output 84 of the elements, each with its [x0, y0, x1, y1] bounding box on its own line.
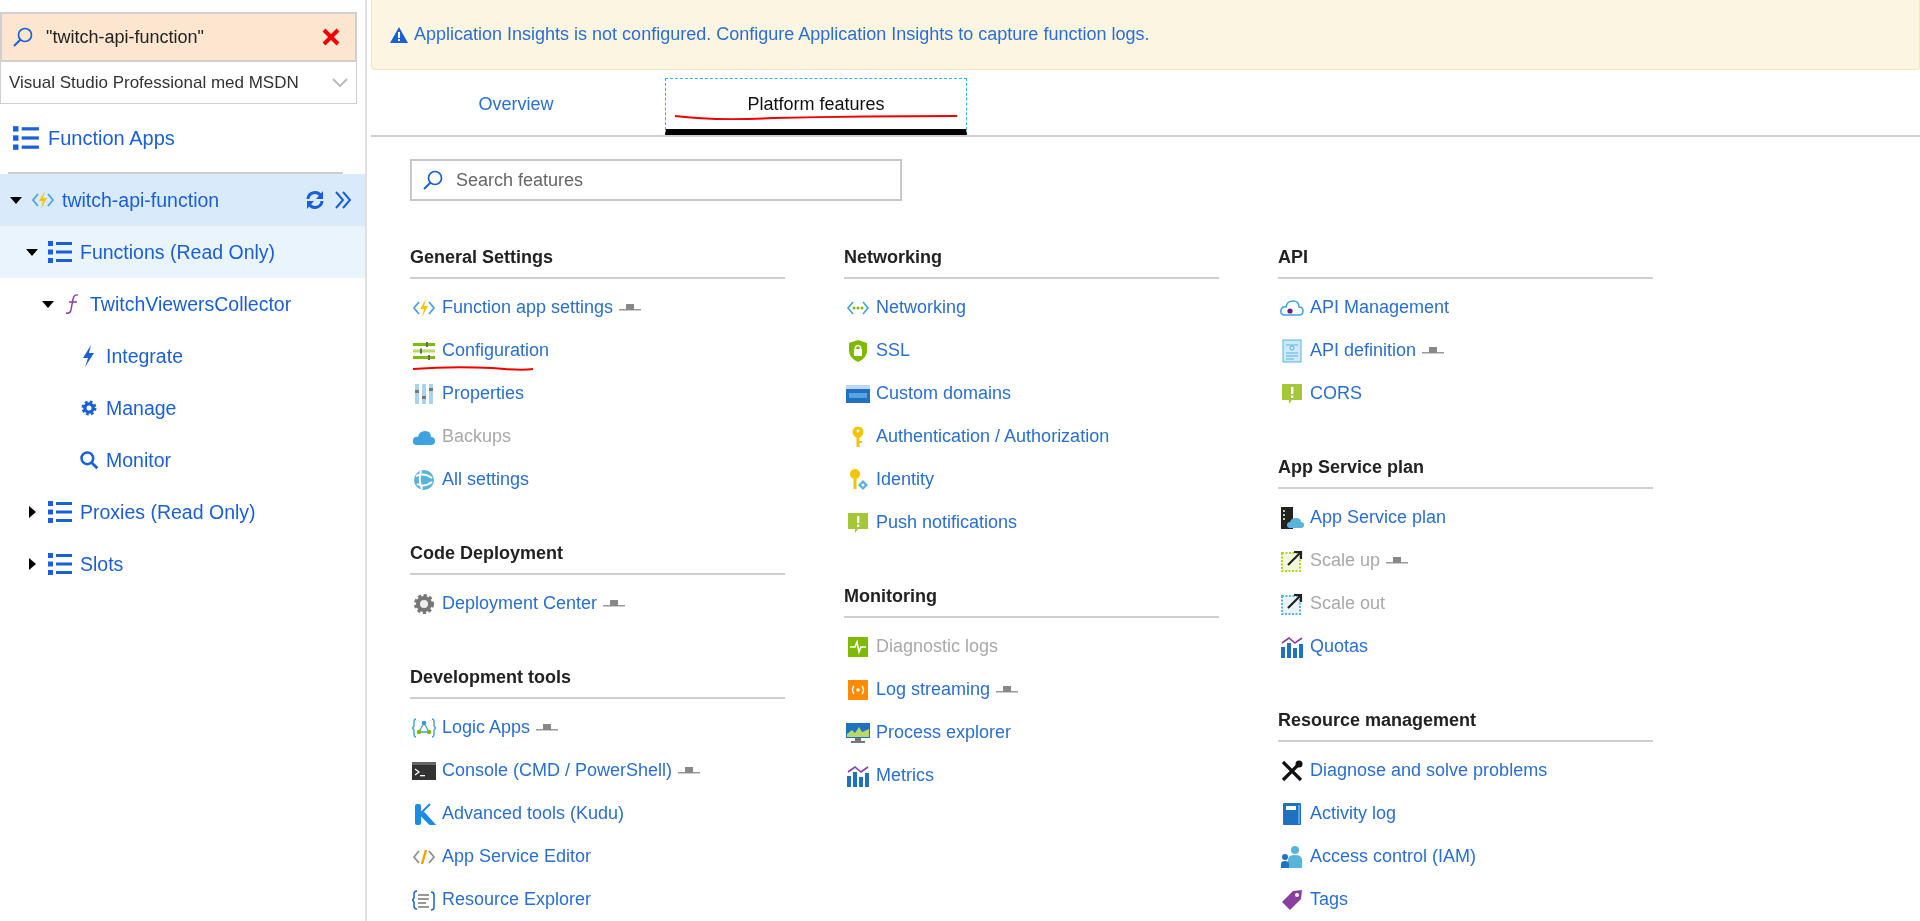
- tree-item[interactable]: Monitor: [0, 434, 365, 486]
- feature-link[interactable]: Tags: [1310, 889, 1349, 910]
- subscription-dropdown[interactable]: Visual Studio Professional med MSDN: [0, 62, 357, 104]
- section-heading: Development tools: [410, 665, 785, 699]
- tree-item[interactable]: Functions (Read Only): [0, 226, 365, 278]
- banner-text[interactable]: Application Insights is not configured. Configure Application Insights to capture function logs.: [414, 24, 1150, 46]
- gear-icon: [412, 591, 436, 616]
- feature-link[interactable]: Log streaming: [876, 679, 991, 700]
- feature-link[interactable]: Advanced tools (Kudu): [442, 803, 625, 824]
- feature-link[interactable]: Authentication / Authorization: [876, 426, 1110, 447]
- monitor-chart-icon: [846, 720, 870, 745]
- search-field[interactable]: "twitch-api-function": [0, 12, 357, 62]
- search-icon: [422, 169, 444, 191]
- feature-link[interactable]: Function app settings: [442, 297, 614, 318]
- warning-icon: [390, 26, 408, 43]
- feature-link[interactable]: Configuration: [442, 340, 550, 361]
- braces-list-icon: [412, 887, 436, 912]
- feature-link[interactable]: Logic Apps: [442, 717, 531, 738]
- list-icon: [47, 551, 73, 577]
- feature-link[interactable]: Activity log: [1310, 803, 1397, 824]
- chevron-down-icon: [332, 77, 348, 88]
- feature-link[interactable]: API definition: [1310, 340, 1417, 361]
- feature-link[interactable]: SSL: [876, 340, 911, 361]
- feature-link[interactable]: Metrics: [876, 765, 934, 786]
- search-icon: [12, 26, 34, 48]
- feature-link[interactable]: Networking: [876, 297, 967, 318]
- list-icon: [47, 239, 73, 265]
- book-icon: [1280, 801, 1304, 826]
- pulse-log-icon: [846, 634, 870, 659]
- feature-link[interactable]: Resource Explorer: [442, 889, 592, 910]
- feature-link[interactable]: Access control (IAM): [1310, 846, 1477, 867]
- feature-link[interactable]: All settings: [442, 469, 530, 490]
- tree-item[interactable]: Proxies (Read Only): [0, 486, 365, 538]
- server-cloud-icon: [1280, 505, 1304, 530]
- globe-icon: [412, 467, 436, 492]
- tag-icon: [1280, 887, 1304, 912]
- tree-item[interactable]: twitch-api-function: [0, 174, 365, 226]
- shield-lock-icon: [846, 338, 870, 363]
- section-heading: General Settings: [410, 245, 785, 279]
- section-heading: App Service plan: [1278, 455, 1653, 489]
- section-heading: API: [1278, 245, 1653, 279]
- feature-link[interactable]: App Service plan: [1310, 507, 1447, 528]
- tree-item[interactable]: Manage: [0, 382, 365, 434]
- feature-link[interactable]: Console (CMD / PowerShell): [442, 760, 673, 781]
- feature-link[interactable]: Process explorer: [876, 722, 1012, 743]
- feature-link[interactable]: Custom domains: [876, 383, 1012, 404]
- people-icon: [1280, 844, 1304, 869]
- close-icon: [322, 28, 340, 46]
- feature-link[interactable]: API Management: [1310, 297, 1450, 318]
- refresh-icon: [304, 189, 326, 211]
- search-icon: [79, 448, 99, 472]
- feature-link[interactable]: Diagnose and solve problems: [1310, 760, 1548, 781]
- bar-chart-icon: [846, 763, 870, 788]
- bar-chart-icon: [1280, 634, 1304, 659]
- document-icon: [1280, 338, 1304, 363]
- feature-link[interactable]: Identity: [876, 469, 935, 490]
- search-field[interactable]: Search features: [410, 159, 902, 201]
- feature-link[interactable]: CORS: [1310, 383, 1362, 404]
- tree-item[interactable]: Integrate: [0, 330, 365, 382]
- properties-icon: [412, 381, 436, 406]
- scale-out-icon: [1280, 591, 1304, 616]
- tab[interactable]: Overview: [371, 78, 661, 135]
- feature-link[interactable]: Quotas: [1310, 636, 1369, 657]
- double-chevron-icon: [333, 189, 353, 211]
- feature-link[interactable]: App Service Editor: [442, 846, 592, 867]
- feature-link[interactable]: Properties: [442, 383, 525, 404]
- section-heading: Networking: [844, 245, 1219, 279]
- list-icon: [47, 499, 73, 525]
- section-heading: Monitoring: [844, 584, 1219, 618]
- section-heading: Resource management: [1278, 708, 1653, 742]
- tab[interactable]: Platform features: [665, 78, 967, 135]
- tree-item[interactable]: TwitchViewersCollector: [0, 278, 365, 330]
- feature-link[interactable]: Push notifications: [876, 512, 1018, 533]
- section-heading: Code Deployment: [410, 541, 785, 575]
- tools-icon: [1280, 758, 1304, 783]
- alert-bubble-icon: [846, 510, 870, 535]
- feature-link[interactable]: Deployment Center: [442, 593, 598, 614]
- broadcast-log-icon: [846, 677, 870, 702]
- list-icon: [12, 124, 40, 152]
- tree-item[interactable]: Slots: [0, 538, 365, 590]
- alert-bubble-icon: [1280, 381, 1304, 406]
- scale-up-icon: [1280, 548, 1304, 573]
- kudu-icon: [412, 801, 436, 826]
- workflow-icon: [412, 715, 436, 740]
